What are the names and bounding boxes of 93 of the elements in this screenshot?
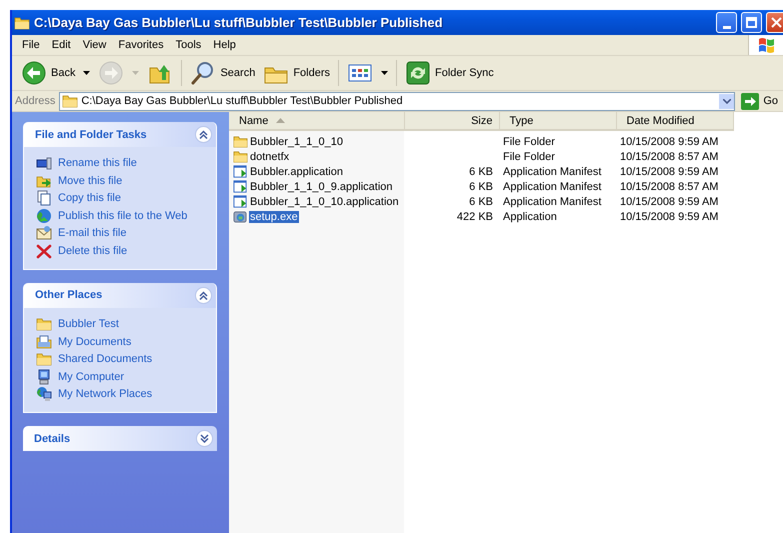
task-link[interactable]: Copy this file	[58, 192, 121, 204]
caret-icon	[132, 71, 140, 75]
file-size: 6 KB	[469, 180, 493, 192]
back-button[interactable]: Back	[18, 58, 94, 88]
menu-item[interactable]: Edit	[46, 37, 77, 53]
copy-icon	[36, 190, 52, 206]
folder-icon	[36, 351, 52, 368]
back-icon	[21, 60, 47, 86]
menu-item[interactable]: Tools	[170, 37, 208, 53]
file-type: Application Manifest	[503, 166, 602, 178]
textbox-icon	[36, 155, 52, 171]
envelope-icon	[36, 225, 52, 242]
task-link[interactable]: Delete this file	[58, 244, 128, 257]
panel-title: Details	[34, 432, 72, 445]
column-header[interactable]: Date Modified	[616, 112, 733, 130]
file-name[interactable]: Bubbler_1_1_0_10	[249, 136, 344, 148]
sync-button[interactable]: Folder Sync	[402, 58, 497, 88]
file-date: 10/15/2008 9:59 AM	[620, 136, 718, 148]
close-icon	[771, 17, 782, 28]
task-link[interactable]: Rename this file	[58, 157, 137, 169]
column-header[interactable]: Type	[499, 112, 616, 130]
chevron-icon	[199, 290, 208, 300]
menu-item[interactable]: Help	[207, 37, 242, 53]
sync-icon	[405, 60, 432, 86]
file-name[interactable]: Bubbler_1_1_0_10.application	[249, 196, 400, 208]
file-size: 6 KB	[469, 166, 493, 178]
file-type: Application Manifest	[503, 180, 602, 192]
folders-button[interactable]: Folders	[260, 58, 334, 88]
documents-icon	[36, 334, 52, 350]
folder-icon	[62, 93, 78, 109]
file-date: 10/15/2008 9:59 AM	[620, 166, 718, 178]
address-label: Address	[15, 95, 56, 107]
network-icon	[36, 386, 52, 402]
collapse-button[interactable]	[195, 126, 212, 143]
menu-item[interactable]: Favorites	[112, 37, 170, 53]
sort-icon	[276, 118, 286, 124]
maximize-button[interactable]	[741, 12, 762, 33]
file-date: 10/15/2008 9:59 AM	[620, 196, 718, 208]
caret-icon	[83, 71, 90, 75]
maximize-icon	[746, 17, 757, 28]
document-icon	[233, 164, 248, 179]
file-name[interactable]: Bubbler.application	[249, 166, 344, 178]
go-button[interactable]: Go	[739, 92, 780, 110]
expand-button[interactable]	[196, 430, 213, 448]
file-type: Application Manifest	[503, 196, 602, 208]
window-title: C:\Daya Bay Gas Bubbler\Lu stuff\Bubbler Test\Bubbler Published	[34, 15, 444, 30]
file-date: 10/15/2008 8:57 AM	[620, 180, 718, 192]
collapse-button[interactable]	[195, 286, 212, 304]
caret-icon	[722, 98, 731, 104]
minimize-icon	[722, 26, 730, 28]
file-date: 10/15/2008 8:57 AM	[620, 150, 718, 162]
file-name[interactable]: Bubbler_1_1_0_9.application	[249, 180, 394, 192]
file-name[interactable]: dotnetfx	[249, 150, 290, 162]
globe-icon	[36, 208, 52, 224]
file-date: 10/15/2008 9:59 AM	[620, 210, 718, 222]
folder-icon	[36, 316, 52, 332]
menu-item[interactable]: File	[16, 37, 46, 53]
caret-icon	[381, 71, 388, 75]
column-header[interactable]: Size	[404, 112, 499, 130]
close-button[interactable]	[766, 12, 783, 33]
task-link[interactable]: My Documents	[58, 336, 132, 348]
column-header[interactable]: Name	[229, 112, 404, 130]
file-type: File Folder	[503, 150, 555, 162]
chevron-icon	[199, 130, 208, 139]
file-name[interactable]: setup.exe	[249, 210, 299, 222]
file-type: Application	[503, 210, 557, 222]
search-button[interactable]: Search	[187, 58, 258, 88]
installer-icon	[233, 209, 248, 224]
task-link[interactable]: Shared Documents	[58, 353, 152, 366]
file-size: 6 KB	[469, 196, 493, 208]
file-size: 422 KB	[456, 210, 493, 222]
task-link[interactable]: My Computer	[58, 370, 124, 383]
panel-title: File and Folder Tasks	[35, 128, 148, 140]
delete-icon	[36, 242, 52, 259]
folder-icon	[14, 14, 30, 30]
panel-title: Other Places	[35, 289, 104, 302]
flag-icon	[757, 37, 775, 53]
go-icon	[741, 92, 760, 110]
document-icon	[233, 179, 248, 194]
dropdown-button[interactable]	[719, 94, 734, 108]
task-link[interactable]: Bubbler Test	[58, 318, 119, 330]
task-link[interactable]: Publish this file to the Web	[58, 210, 188, 222]
task-link[interactable]: E-mail this file	[58, 227, 126, 240]
forward-icon	[98, 60, 124, 86]
chevron-icon	[200, 434, 209, 444]
computer-icon	[36, 368, 52, 385]
task-link[interactable]: Move this file	[58, 174, 122, 187]
menu-item[interactable]: View	[76, 37, 112, 53]
document-icon	[233, 194, 248, 209]
minimize-button[interactable]	[716, 12, 737, 33]
task-link[interactable]: My Network Places	[58, 388, 152, 400]
file-type: File Folder	[503, 136, 555, 148]
address-field[interactable]: C:\Daya Bay Gas Bubbler\Lu stuff\Bubbler Test\Bubbler Published	[59, 92, 736, 110]
